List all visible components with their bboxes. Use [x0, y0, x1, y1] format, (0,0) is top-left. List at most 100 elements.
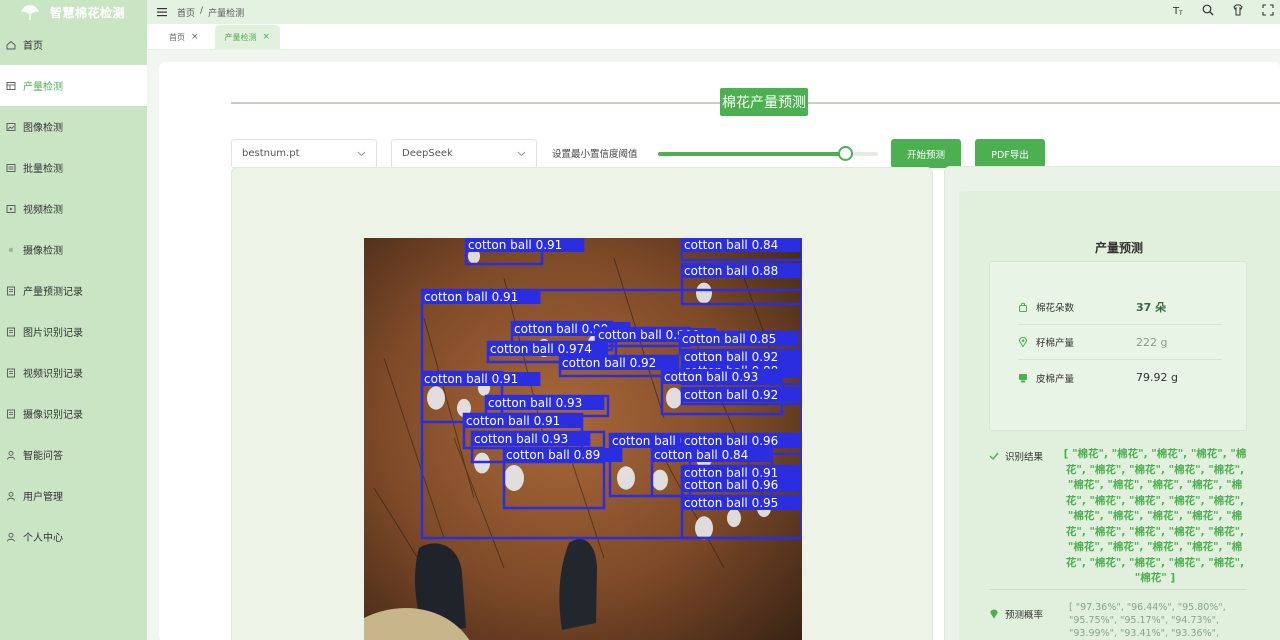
- cotton-ball: [696, 282, 712, 304]
- confidence-slider[interactable]: [658, 146, 878, 161]
- stat-value: 79.92 g: [1136, 371, 1178, 384]
- detection-label: cotton ball 0.90: [514, 322, 608, 336]
- search-icon[interactable]: [1202, 4, 1214, 16]
- tab-label: 首页: [169, 32, 185, 42]
- breadcrumb-home[interactable]: 首页: [177, 6, 195, 19]
- detection-label: cotton ball 0.85: [682, 332, 776, 346]
- sidebar-item-label: 批量检测: [23, 164, 63, 175]
- user-icon: [6, 491, 16, 501]
- sidebar-item-label: 个人中心: [23, 533, 63, 544]
- sidebar-item[interactable]: 个人中心: [0, 516, 147, 557]
- detection-label: cotton ball 0.92: [562, 356, 656, 370]
- detection-label: cotton ball 0.91: [468, 238, 562, 252]
- chevron-down-icon: [517, 151, 526, 157]
- probability-label: 预测概率: [989, 607, 1043, 621]
- llm-select-value: DeepSeek: [402, 148, 453, 159]
- sidebar-item-label: 产量检测: [23, 82, 63, 93]
- confidence-slider-label: 设置最小置信度阈值: [552, 149, 638, 160]
- detection-label: cotton ball 0.96: [684, 434, 778, 448]
- stat-label: 籽棉产量: [1036, 338, 1075, 349]
- stat-value: 222 g: [1136, 335, 1168, 349]
- top-bar: 首页 / 产量检测 TT: [147, 0, 1280, 24]
- app-logo[interactable]: 智慧棉花检测: [0, 0, 147, 24]
- result-divider: [989, 589, 1247, 590]
- stack-icon: [6, 163, 16, 173]
- sidebar-item[interactable]: 产量检测: [0, 65, 147, 106]
- stat-row-seed-cotton: 籽棉产量 222 g: [1018, 325, 1222, 360]
- record-icon: [6, 327, 16, 337]
- user-icon: [6, 532, 16, 542]
- detection-label: cotton ball 0.92: [684, 350, 778, 364]
- sidebar-item-label: 图像检测: [23, 123, 63, 134]
- sidebar-item[interactable]: 首页: [0, 24, 147, 65]
- fullscreen-icon[interactable]: [1262, 4, 1274, 16]
- app-title: 智慧棉花检测: [50, 5, 126, 20]
- detection-image: cotton ball 0.91 cotton ball 0.84 cotton b…: [364, 238, 802, 640]
- result-inner: 产量预测 棉花朵数 37 朵 籽棉产量 222 g 皮棉产量 79.92 g 识…: [959, 191, 1280, 640]
- recognition-label-text: 识别结果: [1005, 452, 1044, 463]
- probability-label-text: 预测概率: [1005, 610, 1044, 621]
- theme-icon[interactable]: [1232, 4, 1244, 16]
- stat-row-count: 棉花朵数 37 朵: [1018, 290, 1222, 325]
- stats-box: 棉花朵数 37 朵 籽棉产量 222 g 皮棉产量 79.92 g: [989, 261, 1247, 431]
- camera-icon: [6, 245, 16, 255]
- sidebar-item-label: 智能问答: [23, 451, 63, 462]
- close-icon[interactable]: ×: [191, 32, 199, 42]
- sidebar-item[interactable]: 用户管理: [0, 475, 147, 516]
- sidebar-item[interactable]: 图像检测: [0, 106, 147, 147]
- image-panel: cotton ball 0.91 cotton ball 0.84 cotton b…: [231, 167, 933, 640]
- box-icon: [1018, 373, 1028, 383]
- recognition-result-text: [ "棉花", "棉花", "棉花", "棉花", "棉花", "棉花", "棉…: [1063, 448, 1247, 584]
- tab-bar: 首页 × 产量检测 ×: [147, 24, 1280, 50]
- pin-icon: [1018, 336, 1028, 348]
- record-icon: [6, 286, 16, 296]
- hamburger-icon[interactable]: [157, 7, 167, 17]
- llm-select[interactable]: DeepSeek: [391, 139, 537, 168]
- detection-label: cotton ball 0.95: [684, 496, 778, 510]
- sidebar-item[interactable]: 批量检测: [0, 147, 147, 188]
- sidebar-item-label: 摄像识别记录: [23, 410, 83, 421]
- sidebar-item-label: 视频识别记录: [23, 369, 83, 380]
- sidebar-item[interactable]: 摄像识别记录: [0, 393, 147, 434]
- check-icon: [989, 452, 999, 461]
- grid-icon: [6, 81, 16, 91]
- cotton-ball: [666, 387, 682, 409]
- sidebar-item[interactable]: 图片识别记录: [0, 311, 147, 352]
- sidebar-item[interactable]: 视频检测: [0, 188, 147, 229]
- sidebar-item-label: 视频检测: [23, 205, 63, 216]
- tab-label: 产量检测: [224, 32, 257, 42]
- font-size-icon[interactable]: TT: [1172, 4, 1184, 17]
- model-select[interactable]: bestnum.pt: [231, 139, 377, 168]
- start-predict-button[interactable]: 开始预测: [891, 139, 961, 168]
- video-icon: [6, 204, 16, 214]
- sidebar-item[interactable]: 视频识别记录: [0, 352, 147, 393]
- detection-label: cotton ball 0.88: [684, 264, 778, 278]
- tab-home[interactable]: 首页 ×: [159, 25, 209, 49]
- content-card: 棉花产量预测 bestnum.pt DeepSeek 设置最小置信度阈值 开始预…: [159, 62, 1280, 640]
- sidebar-item[interactable]: 摄像检测: [0, 229, 147, 270]
- stat-row-lint: 皮棉产量 79.92 g: [1018, 360, 1222, 395]
- tab-yield-detection[interactable]: 产量检测 ×: [214, 25, 281, 49]
- pdf-export-button[interactable]: PDF导出: [975, 139, 1045, 168]
- breadcrumb: 首页 / 产量检测: [177, 6, 244, 19]
- cotton-ball: [727, 508, 741, 528]
- detection-label: cotton ball 0.93: [474, 432, 568, 446]
- detection-label: cotton ball 0.93: [488, 396, 582, 410]
- detection-label: cotton ball 0.91: [424, 290, 518, 304]
- stat-label: 棉花朵数: [1036, 303, 1075, 314]
- stat-value: 37 朵: [1136, 301, 1167, 314]
- sidebar-item[interactable]: 智能问答: [0, 434, 147, 475]
- svg-text:T: T: [1178, 10, 1183, 16]
- sidebar-menu: 首页产量检测图像检测批量检测视频检测摄像检测产量预测记录图片识别记录视频识别记录…: [0, 24, 147, 557]
- slider-handle[interactable]: [838, 146, 853, 161]
- cotton-ball: [504, 465, 524, 491]
- result-panel: 产量预测 棉花朵数 37 朵 籽棉产量 222 g 皮棉产量 79.92 g 识…: [944, 166, 1280, 640]
- record-icon: [6, 368, 16, 378]
- detection-label: cotton ball 0.84: [684, 238, 778, 252]
- close-icon[interactable]: ×: [263, 32, 271, 42]
- recognition-label: 识别结果: [989, 449, 1043, 463]
- top-icons: TT: [1172, 4, 1274, 17]
- sidebar-item-label: 产量预测记录: [23, 287, 83, 298]
- cotton-ball: [617, 466, 635, 490]
- sidebar-item[interactable]: 产量预测记录: [0, 270, 147, 311]
